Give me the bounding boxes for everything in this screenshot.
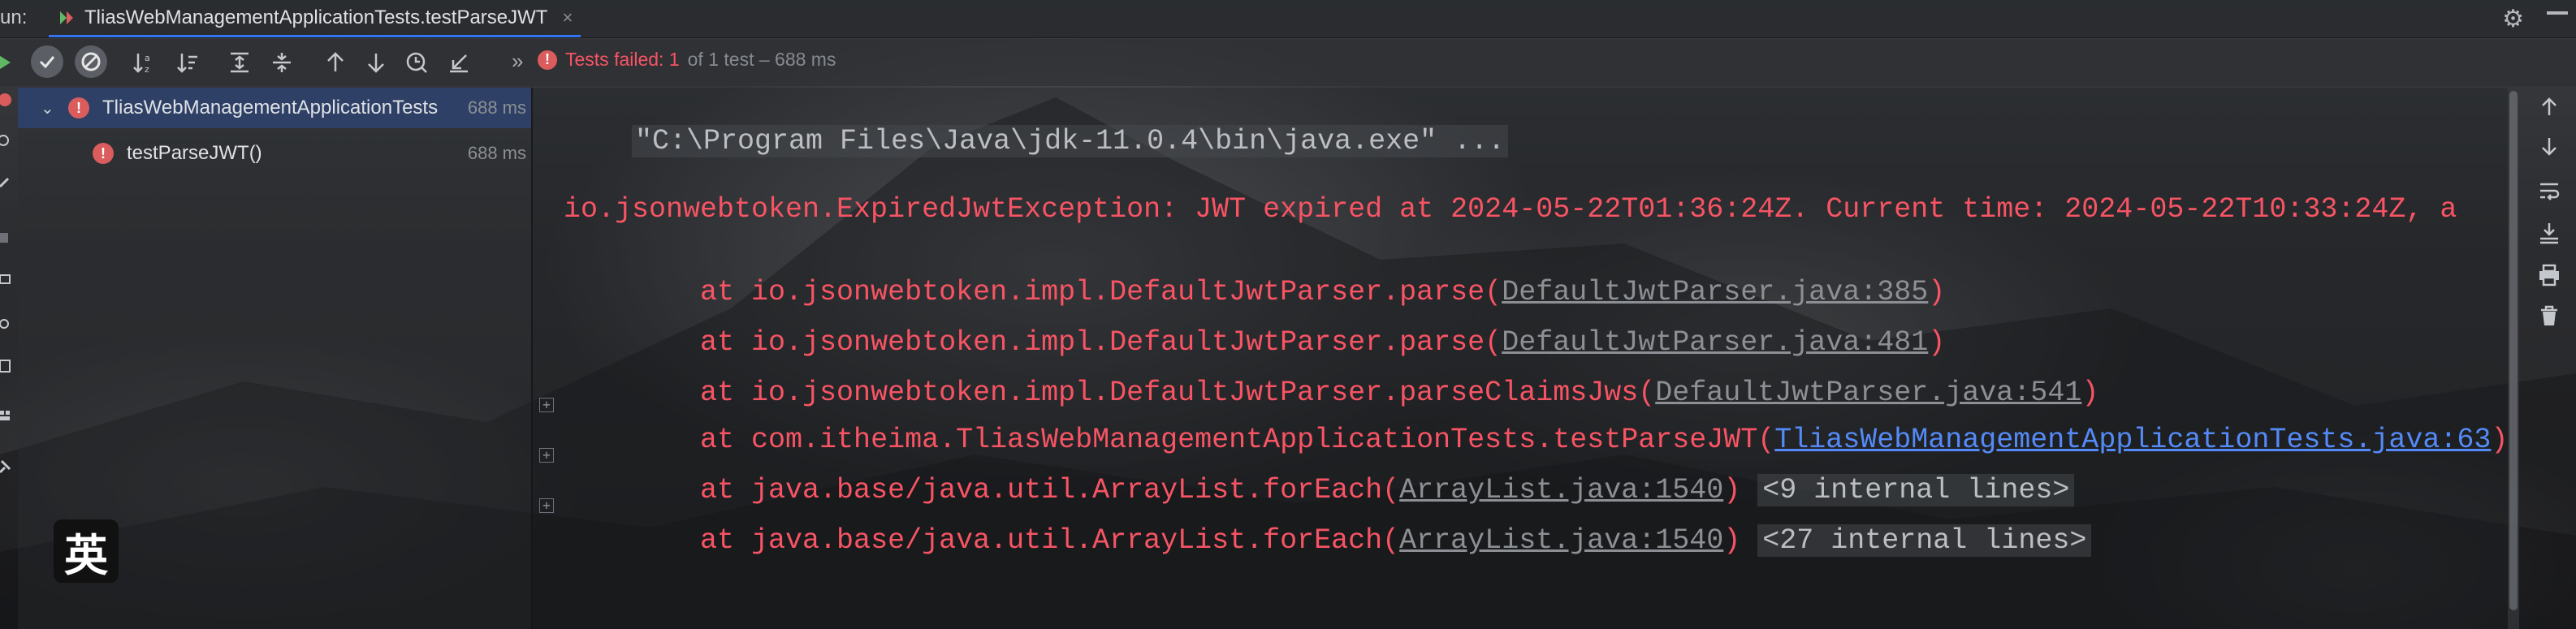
internal-lines-fold[interactable]: <27 internal lines> — [1757, 524, 2092, 557]
stack-frame: at java.base/java.util.ArrayList.forEach… — [564, 492, 2092, 589]
test-method-duration: 688 ms — [467, 143, 526, 163]
ime-language-badge[interactable]: 英 — [54, 519, 119, 583]
test-run-icon — [60, 11, 73, 24]
checkmark-icon — [39, 56, 55, 69]
sort-by-duration-button[interactable] — [174, 47, 201, 78]
ignored-icon — [81, 52, 101, 71]
minimize-icon[interactable] — [2547, 11, 2568, 15]
clock-icon — [406, 52, 427, 73]
test-status: ! Tests failed: 1 of 1 test – 688 ms — [538, 49, 836, 71]
test-method-name: testParseJWT() — [127, 142, 262, 164]
sort-alpha-icon: az — [133, 53, 150, 75]
arrow-up-icon — [327, 52, 344, 71]
stop-icon[interactable] — [0, 230, 15, 245]
command-line-text: "C:\Program Files\Java\jdk-11.0.4\bin\ja… — [632, 125, 1509, 157]
stack-frame-suffix: ) — [1723, 524, 1758, 557]
stack-frame-suffix: ) — [2491, 424, 2509, 456]
expand-arrow-icon[interactable]: ⌄ — [41, 98, 60, 118]
layout-icon[interactable] — [0, 409, 15, 424]
arrow-down-icon — [368, 54, 384, 73]
tests-summary-text: of 1 test – 688 ms — [687, 49, 836, 70]
show-passed-button[interactable] — [31, 45, 63, 78]
svg-text:z: z — [145, 64, 149, 75]
collapse-all-icon — [273, 53, 291, 72]
console-line-exception: io.jsonwebtoken.ExpiredJwtException: JWT… — [564, 193, 2457, 226]
gear-icon[interactable]: ⚙ — [2502, 5, 2524, 33]
console-output[interactable]: "C:\Program Files\Java\jdk-11.0.4\bin\ja… — [533, 88, 2519, 629]
sort-alphabetically-button[interactable]: az — [130, 47, 158, 78]
expand-all-button[interactable] — [226, 47, 253, 78]
play-icon — [0, 55, 11, 70]
console-right-toolbar — [2522, 88, 2576, 629]
pin-icon[interactable] — [0, 459, 15, 474]
collapse-all-button[interactable] — [268, 47, 296, 78]
scroll-up-icon[interactable] — [2537, 94, 2561, 118]
error-icon: ! — [538, 50, 557, 70]
test-class-name: TliasWebManagementApplicationTests — [102, 97, 439, 118]
settings-icon[interactable] — [0, 317, 15, 331]
svg-text:a: a — [145, 53, 150, 63]
scroll-to-end-icon[interactable] — [2537, 221, 2561, 245]
failed-test-icon: ! — [93, 143, 114, 164]
import-tests-button[interactable] — [445, 47, 473, 78]
rerun-button[interactable] — [0, 47, 15, 78]
next-failed-button[interactable] — [362, 47, 390, 78]
trash-icon[interactable] — [2537, 304, 2561, 328]
close-tab-icon[interactable]: × — [562, 7, 573, 28]
console-line-command: "C:\Program Files\Java\jdk-11.0.4\bin\ja… — [564, 93, 1509, 190]
console-scrollbar[interactable] — [2508, 88, 2519, 629]
history-icon[interactable] — [0, 133, 15, 148]
run-label: un: — [0, 6, 28, 28]
tree-item-test-method[interactable]: ! testParseJWT() 688 ms — [18, 133, 531, 174]
more-actions-chevron[interactable]: » — [512, 49, 523, 74]
exit-icon[interactable] — [0, 359, 15, 373]
scroll-down-icon[interactable] — [2537, 135, 2561, 159]
test-class-duration: 688 ms — [467, 97, 526, 118]
run-tool-window-header: un: TliasWebManagementApplicationTests.t… — [0, 0, 2576, 38]
import-icon — [450, 54, 468, 73]
print-icon[interactable] — [2537, 263, 2561, 287]
camera-icon[interactable] — [0, 271, 15, 286]
wrench-icon[interactable] — [0, 174, 15, 188]
show-ignored-button[interactable] — [75, 45, 107, 78]
sort-duration-icon — [177, 54, 197, 73]
scrollbar-thumb[interactable] — [2509, 91, 2518, 610]
run-tab-title: TliasWebManagementApplicationTests.testP… — [84, 6, 548, 28]
stack-frame-text: at java.base/java.util.ArrayList.forEach… — [632, 524, 1400, 557]
expand-fold-icon[interactable]: + — [539, 398, 554, 412]
expand-all-icon — [231, 52, 249, 73]
previous-failed-button[interactable] — [322, 47, 349, 78]
soft-wrap-icon[interactable] — [2537, 179, 2561, 203]
expand-fold-icon[interactable]: + — [539, 448, 554, 463]
failed-test-icon: ! — [68, 97, 89, 118]
test-history-button[interactable] — [403, 47, 430, 78]
run-tab[interactable]: TliasWebManagementApplicationTests.testP… — [49, 0, 581, 37]
source-link[interactable]: ArrayList.java:1540 — [1399, 524, 1723, 557]
error-filter-icon[interactable] — [0, 93, 15, 107]
left-tool-strip — [0, 88, 18, 629]
expand-fold-icon[interactable]: + — [539, 498, 554, 513]
test-runner-toolbar: az » ! Tests failed: 1 of 1 test – 688 m… — [0, 39, 2576, 86]
tree-item-test-class[interactable]: ⌄ ! TliasWebManagementApplicationTests 6… — [18, 88, 531, 128]
tests-failed-text: Tests failed: 1 — [565, 49, 680, 70]
